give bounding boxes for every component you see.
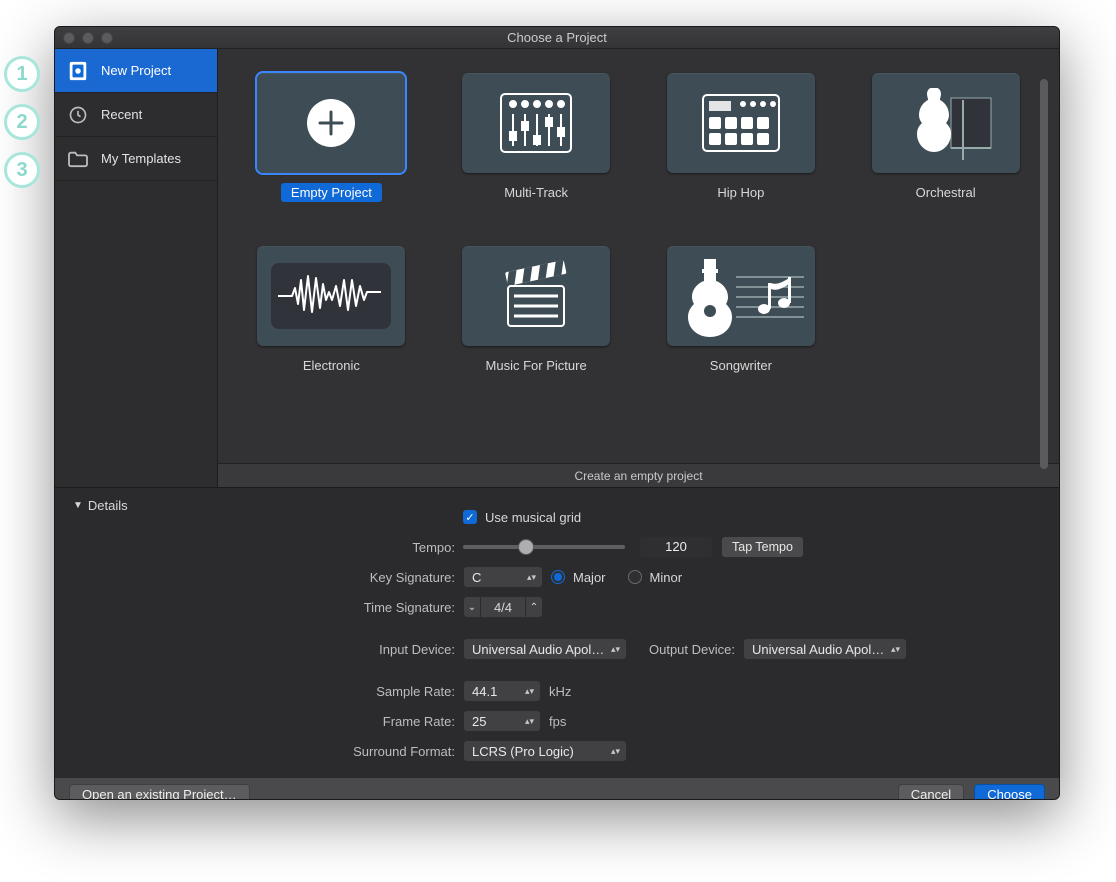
annotation-badge-3: 3 <box>4 152 40 188</box>
choose-button[interactable]: Choose <box>974 784 1045 801</box>
sample-rate-select[interactable]: 44.1▴▾ <box>463 680 541 702</box>
details-toggle[interactable]: ▼ Details <box>73 498 128 513</box>
tempo-field[interactable]: 120 <box>639 536 713 558</box>
use-musical-grid-checkbox[interactable]: ✓ <box>463 510 477 524</box>
template-name: Songwriter <box>700 356 782 375</box>
annotation-badge-1: 1 <box>4 56 40 92</box>
sidebar-item-label: New Project <box>101 63 171 78</box>
tempo-label: Tempo: <box>75 540 463 555</box>
stepper-up-icon[interactable]: ⌃ <box>525 596 543 618</box>
frame-rate-unit: fps <box>549 714 566 729</box>
template-orchestral[interactable]: Orchestral <box>866 73 1025 202</box>
details-panel: ▼ Details ✓ Use musical grid Tempo: 120 <box>55 487 1059 777</box>
time-signature-label: Time Signature: <box>75 600 463 615</box>
tap-tempo-button[interactable]: Tap Tempo <box>721 536 804 558</box>
disclosure-triangle-icon: ▼ <box>73 500 83 511</box>
sidebar: New Project Recent My Templates <box>55 49 218 487</box>
details-label: Details <box>88 498 128 513</box>
mode-minor-label: Minor <box>650 570 683 585</box>
frame-rate-label: Frame Rate: <box>75 714 463 729</box>
template-electronic[interactable]: Electronic <box>252 246 411 375</box>
mode-major-label: Major <box>573 570 606 585</box>
template-music-for-picture[interactable]: Music For Picture <box>457 246 616 375</box>
input-device-label: Input Device: <box>75 642 463 657</box>
use-musical-grid-label: Use musical grid <box>485 510 581 525</box>
project-chooser-window: Choose a Project New Project Recent <box>54 26 1060 800</box>
template-name: Electronic <box>293 356 370 375</box>
time-signature-value[interactable]: 4/4 <box>481 596 525 618</box>
sidebar-item-recent[interactable]: Recent <box>55 93 217 137</box>
waveform-icon <box>257 246 405 346</box>
titlebar: Choose a Project <box>55 27 1059 49</box>
mode-major-radio[interactable] <box>551 570 565 584</box>
template-panel: Empty Project <box>218 49 1059 487</box>
key-signature-label: Key Signature: <box>75 570 463 585</box>
sidebar-item-label: Recent <box>101 107 142 122</box>
open-existing-project-button[interactable]: Open an existing Project… <box>69 784 250 801</box>
guitar-notes-icon <box>667 246 815 346</box>
clock-icon <box>67 104 89 126</box>
tempo-slider[interactable] <box>463 545 625 549</box>
sidebar-item-my-templates[interactable]: My Templates <box>55 137 217 181</box>
surround-format-select[interactable]: LCRS (Pro Logic)▴▾ <box>463 740 627 762</box>
window-controls[interactable] <box>63 32 113 44</box>
template-songwriter[interactable]: Songwriter <box>662 246 821 375</box>
window-title: Choose a Project <box>55 30 1059 45</box>
template-name: Orchestral <box>906 183 986 202</box>
sample-rate-unit: kHz <box>549 684 571 699</box>
cancel-button[interactable]: Cancel <box>898 784 964 801</box>
mode-minor-radio[interactable] <box>628 570 642 584</box>
folder-icon <box>67 148 89 170</box>
drum-machine-icon <box>667 73 815 173</box>
stepper-down-icon[interactable]: ⌄ <box>463 596 481 618</box>
template-name: Hip Hop <box>707 183 774 202</box>
output-device-select[interactable]: Universal Audio Apoll…▴▾ <box>743 638 907 660</box>
scrollbar[interactable] <box>1040 79 1048 479</box>
mixer-icon <box>462 73 610 173</box>
output-device-label: Output Device: <box>635 642 735 657</box>
key-signature-select[interactable]: C▴▾ <box>463 566 543 588</box>
sidebar-item-label: My Templates <box>101 151 181 166</box>
input-device-select[interactable]: Universal Audio Apoll…▴▾ <box>463 638 627 660</box>
template-description: Create an empty project <box>218 463 1059 487</box>
footer: Open an existing Project… Cancel Choose <box>55 777 1059 800</box>
sidebar-item-new-project[interactable]: New Project <box>55 49 217 93</box>
time-signature-stepper[interactable]: ⌄ 4/4 ⌃ <box>463 596 543 618</box>
sample-rate-label: Sample Rate: <box>75 684 463 699</box>
template-name: Empty Project <box>281 183 382 202</box>
file-plus-icon <box>67 60 89 82</box>
frame-rate-select[interactable]: 25▴▾ <box>463 710 541 732</box>
template-multi-track[interactable]: Multi-Track <box>457 73 616 202</box>
template-name: Multi-Track <box>494 183 578 202</box>
annotation-badge-2: 2 <box>4 104 40 140</box>
surround-format-label: Surround Format: <box>75 744 463 759</box>
violin-icon <box>872 73 1020 173</box>
template-empty-project[interactable]: Empty Project <box>252 73 411 202</box>
plus-circle-icon <box>257 73 405 173</box>
template-hip-hop[interactable]: Hip Hop <box>662 73 821 202</box>
clapperboard-icon <box>462 246 610 346</box>
template-name: Music For Picture <box>476 356 597 375</box>
